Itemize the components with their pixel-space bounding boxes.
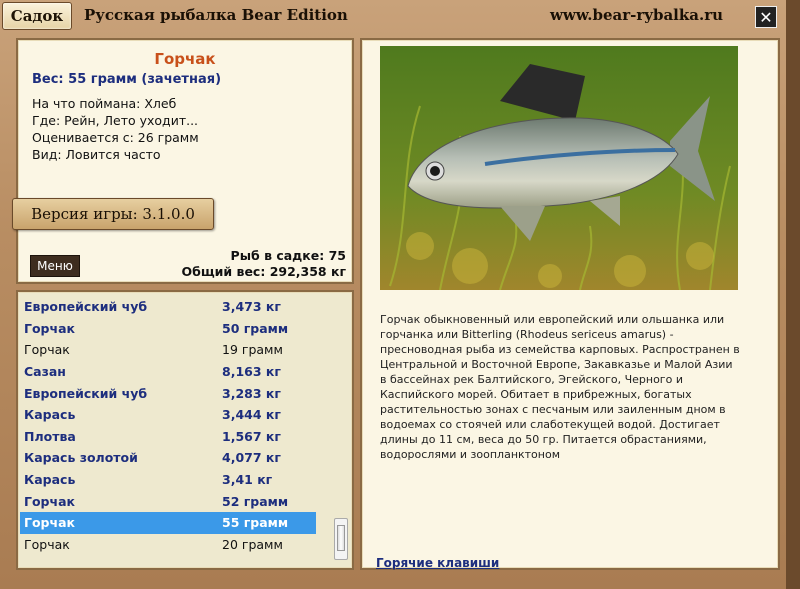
window-frame: Садок Русская рыбалка Bear Edition www.b…: [0, 0, 800, 589]
catch-row[interactable]: Горчак 19 грамм: [20, 339, 316, 361]
catch-fish-name: Сазан: [24, 364, 66, 380]
fish-name: Горчак: [154, 50, 216, 68]
scrollbar[interactable]: [334, 518, 348, 560]
catch-fish-name: Карась золотой: [24, 450, 138, 466]
catch-fish-weight: 3,473 кг: [222, 299, 281, 315]
titlebar: Садок Русская рыбалка Bear Edition www.b…: [0, 0, 786, 34]
catch-fish-weight: 50 грамм: [222, 320, 289, 336]
catch-fish-name: Горчак: [24, 320, 76, 336]
catch-fish-name: Карась: [24, 472, 76, 488]
catch-fish-name: Горчак: [24, 493, 76, 509]
catch-fish-weight: 3,283 кг: [222, 385, 281, 401]
menu-button[interactable]: Меню: [30, 255, 80, 277]
catch-fish-weight: 8,163 кг: [222, 364, 281, 380]
catch-fish-weight: 55 грамм: [222, 515, 289, 531]
fish-count: Рыб в садке: 75: [230, 248, 346, 263]
catch-fish-weight: 4,077 кг: [222, 450, 281, 466]
fish-rated: Оценивается с: 26 грамм: [32, 130, 199, 145]
close-icon[interactable]: ✕: [755, 6, 777, 28]
version-badge: Версия игры: 3.1.0.0: [12, 198, 214, 230]
catch-row[interactable]: Горчак 52 грамм: [20, 490, 316, 512]
catch-row[interactable]: Карась 3,41 кг: [20, 469, 316, 491]
fish-description: Горчак обыкновенный или европейский или …: [380, 313, 740, 461]
site-url: www.bear-rybalka.ru: [550, 6, 723, 24]
catch-fish-weight: 3,444 кг: [222, 407, 281, 423]
scrollbar-thumb[interactable]: [337, 525, 345, 551]
catch-fish-weight: 20 грамм: [222, 536, 283, 552]
fish-info-panel: Горчак Вес: 55 грамм (зачетная) На что п…: [12, 38, 354, 284]
catch-fish-name: Горчак: [24, 342, 70, 358]
catch-fish-name: Плотва: [24, 428, 76, 444]
catch-fish-name: Карась: [24, 407, 76, 423]
catch-list-panel: Европейский чуб 3,473 кг Горчак 50 грамм Гор…: [16, 290, 354, 570]
fish-location: Где: Рейн, Лето уходит...: [32, 113, 199, 128]
fish-illustration: [380, 46, 738, 290]
hotkeys-link[interactable]: Горячие клавиши: [376, 556, 499, 570]
catch-stats: Рыб в садке: 75 Общий вес: 292,358 кг: [182, 248, 347, 280]
catch-fish-weight: 52 грамм: [222, 493, 289, 509]
fish-photo: [380, 46, 738, 290]
catch-fish-name: Европейский чуб: [24, 299, 148, 315]
catch-fish-name: Горчак: [24, 536, 70, 552]
fish-bait: На что поймана: Хлеб: [32, 96, 177, 111]
catch-row[interactable]: Карась 3,444 кг: [20, 404, 316, 426]
catch-row[interactable]: Горчак 20 грамм: [20, 534, 316, 556]
catch-row[interactable]: Сазан 8,163 кг: [20, 361, 316, 383]
catch-fish-weight: 19 грамм: [222, 342, 283, 358]
fish-weight: Вес: 55 грамм (зачетная): [32, 72, 222, 87]
total-weight: Общий вес: 292,358 кг: [181, 264, 347, 279]
catch-fish-weight: 3,41 кг: [222, 472, 273, 488]
catch-row[interactable]: Карась золотой 4,077 кг: [20, 447, 316, 469]
fish-detail-panel: Горчак обыкновенный или европейский или …: [360, 38, 780, 570]
catch-fish-name: Европейский чуб: [24, 385, 148, 401]
catch-row[interactable]: Европейский чуб 3,473 кг: [20, 296, 316, 318]
catch-row[interactable]: Горчак 50 грамм: [20, 318, 316, 340]
catch-row[interactable]: Горчак 55 грамм: [20, 511, 316, 534]
catch-row[interactable]: Плотва 1,567 кг: [20, 426, 316, 448]
app-title: Русская рыбалка Bear Edition: [84, 6, 348, 24]
catch-fish-name: Горчак: [24, 515, 76, 531]
catch-list: Европейский чуб 3,473 кг Горчак 50 грамм Гор…: [20, 296, 316, 555]
catch-row[interactable]: Европейский чуб 3,283 кг: [20, 382, 316, 404]
sadok-button[interactable]: Садок: [2, 2, 72, 30]
fish-kind: Вид: Ловится часто: [32, 147, 161, 162]
catch-fish-weight: 1,567 кг: [222, 428, 281, 444]
